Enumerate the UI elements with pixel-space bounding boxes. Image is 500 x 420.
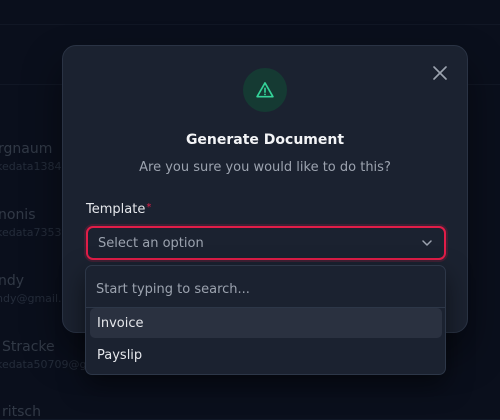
- modal-title: Generate Document: [63, 132, 467, 148]
- dropdown-option-payslip[interactable]: Payslip: [90, 340, 442, 370]
- modal-subtitle: Are you sure you would like to do this?: [63, 160, 467, 175]
- warning-triangle-icon: [255, 80, 275, 100]
- required-marker: *: [146, 202, 151, 213]
- template-field-label: Template*: [86, 202, 151, 217]
- template-dropdown-menu: Invoice Payslip: [85, 265, 446, 375]
- close-icon: [433, 66, 447, 80]
- template-label-text: Template: [86, 202, 145, 217]
- close-button[interactable]: [431, 64, 449, 82]
- dropdown-option-invoice[interactable]: Invoice: [90, 308, 442, 338]
- warning-badge: [243, 68, 287, 112]
- chevron-down-icon: [420, 236, 434, 250]
- template-select-placeholder: Select an option: [98, 236, 420, 251]
- template-select[interactable]: Select an option: [86, 226, 446, 260]
- template-search-input[interactable]: [96, 280, 436, 298]
